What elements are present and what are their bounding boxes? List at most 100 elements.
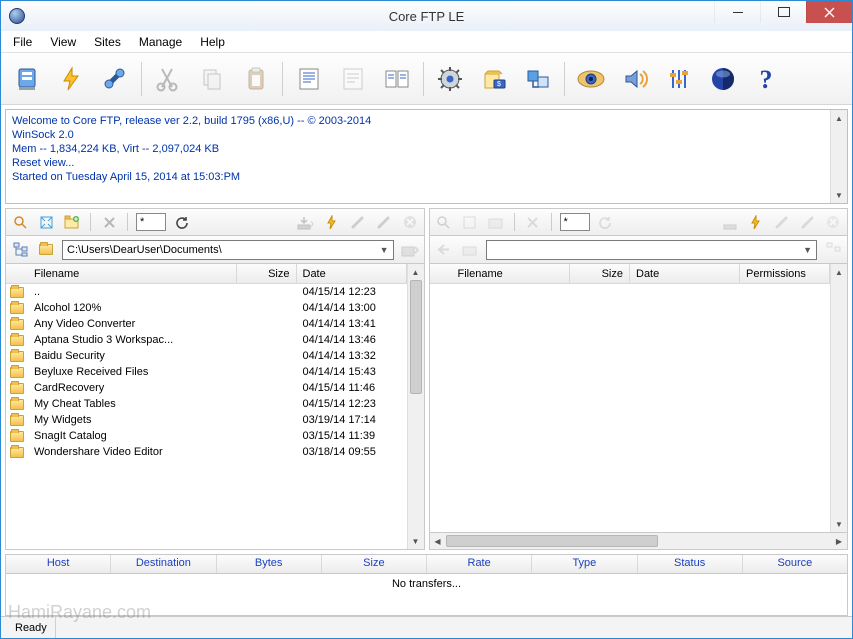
tree-icon[interactable] [10,240,30,260]
find-icon[interactable] [10,212,30,232]
download-icon[interactable] [296,212,316,232]
about-button[interactable] [703,59,743,99]
local-pathbar: C:\Users\DearUser\Documents\ ▼ [5,236,425,264]
table-row[interactable]: My Widgets03/19/14 17:14 [6,412,407,428]
paste-button[interactable] [236,59,276,99]
table-row[interactable]: Alcohol 120%04/14/14 13:00 [6,300,407,316]
table-row[interactable]: Any Video Converter04/14/14 13:41 [6,316,407,332]
tcol-host[interactable]: Host [6,555,111,573]
delete-icon[interactable] [99,212,119,232]
power-icon[interactable] [322,212,342,232]
col-date[interactable]: Date [297,264,407,283]
dropdown-arrow-icon[interactable]: ▼ [799,245,812,255]
disconnect-icon[interactable] [374,212,394,232]
settings-button[interactable] [430,59,470,99]
expand-icon[interactable] [36,212,56,232]
scroll-down-icon[interactable]: ▼ [831,187,847,203]
table-row[interactable]: CardRecovery04/15/14 11:46 [6,380,407,396]
disconnect-icon[interactable] [797,212,817,232]
back-icon[interactable] [434,240,454,260]
remote-folder-icon[interactable] [460,240,480,260]
power-icon[interactable] [745,212,765,232]
scroll-up-icon[interactable]: ▲ [831,110,847,126]
col-size[interactable]: Size [237,264,297,283]
dropdown-arrow-icon[interactable]: ▼ [376,245,389,255]
table-row[interactable]: Aptana Studio 3 Workspac...04/14/14 13:4… [6,332,407,348]
local-file-list[interactable]: Filename Size Date ..04/15/14 12:23Alcoh… [6,264,407,549]
transfers-body[interactable]: No transfers... [5,574,848,616]
col-size[interactable]: Size [570,264,630,283]
tcol-source[interactable]: Source [743,555,847,573]
window-title: Core FTP LE [389,9,465,24]
col-filename[interactable]: Filename [28,264,237,283]
site-manager-button[interactable] [7,59,47,99]
local-folder-icon[interactable] [36,240,56,260]
upload-icon[interactable] [400,240,420,260]
local-filter-input[interactable] [136,213,166,231]
delete-icon[interactable] [523,212,543,232]
folder-icon [6,367,28,378]
log-scrollbar[interactable]: ▲ ▼ [830,110,847,203]
stop-icon[interactable] [823,212,843,232]
local-vscrollbar[interactable]: ▲▼ [407,264,424,549]
connect-icon[interactable] [348,212,368,232]
transfers-empty-text: No transfers... [392,578,461,590]
close-button[interactable] [806,1,852,23]
remote-file-list[interactable]: Filename Size Date Permissions [430,264,831,532]
menu-help[interactable]: Help [192,33,233,51]
menu-file[interactable]: File [5,33,40,51]
view-button[interactable] [333,59,373,99]
tcol-status[interactable]: Status [638,555,743,573]
edit-button[interactable] [289,59,329,99]
quick-connect-button[interactable] [51,59,91,99]
table-row[interactable]: SnagIt Catalog03/15/14 11:39 [6,428,407,444]
titlebar[interactable]: Core FTP LE [1,1,852,31]
multipart-button[interactable] [518,59,558,99]
col-permissions[interactable]: Permissions [740,264,830,283]
menu-sites[interactable]: Sites [86,33,129,51]
minimize-button[interactable] [714,1,760,23]
col-date[interactable]: Date [630,264,740,283]
refresh-icon[interactable] [172,212,192,232]
connect-icon[interactable] [771,212,791,232]
find-icon[interactable] [434,212,454,232]
expand-icon[interactable] [460,212,480,232]
help-button[interactable]: ? [747,59,787,99]
tcol-type[interactable]: Type [532,555,637,573]
remote-filter-input[interactable] [560,213,590,231]
copy-button[interactable] [192,59,232,99]
table-row[interactable]: Beyluxe Received Files04/14/14 15:43 [6,364,407,380]
filters-button[interactable] [659,59,699,99]
table-row[interactable]: ..04/15/14 12:23 [6,284,407,300]
tcol-destination[interactable]: Destination [111,555,216,573]
tcol-size[interactable]: Size [322,555,427,573]
table-row[interactable]: Baidu Security04/14/14 13:32 [6,348,407,364]
schedule-button[interactable]: $ [474,59,514,99]
remote-hscrollbar[interactable]: ◀▶ [429,533,849,550]
log-text[interactable]: Welcome to Core FTP, release ver 2.2, bu… [6,110,830,203]
menu-manage[interactable]: Manage [131,33,190,51]
table-row[interactable]: My Cheat Tables04/15/14 12:23 [6,396,407,412]
view-toggle-button[interactable] [571,59,611,99]
remote-path-combo[interactable]: ▼ [486,240,818,260]
menu-view[interactable]: View [42,33,84,51]
refresh-icon[interactable] [596,212,616,232]
table-row[interactable]: Wondershare Video Editor03/18/14 09:55 [6,444,407,460]
new-folder-icon[interactable] [62,212,82,232]
maximize-button[interactable] [760,1,806,23]
reconnect-button[interactable] [95,59,135,99]
stop-icon[interactable] [400,212,420,232]
download-icon[interactable] [719,212,739,232]
cut-button[interactable] [148,59,188,99]
sound-button[interactable] [615,59,655,99]
new-folder-icon[interactable] [486,212,506,232]
tcol-rate[interactable]: Rate [427,555,532,573]
col-filename[interactable]: Filename [452,264,571,283]
remote-tree-icon[interactable] [823,240,843,260]
remote-vscrollbar[interactable]: ▲▼ [830,264,847,532]
local-toolbar [5,208,425,236]
remote-pane: ▼ Filename Size Date Permissions ▲▼ [429,208,849,550]
compare-button[interactable] [377,59,417,99]
local-path-combo[interactable]: C:\Users\DearUser\Documents\ ▼ [62,240,394,260]
tcol-bytes[interactable]: Bytes [217,555,322,573]
